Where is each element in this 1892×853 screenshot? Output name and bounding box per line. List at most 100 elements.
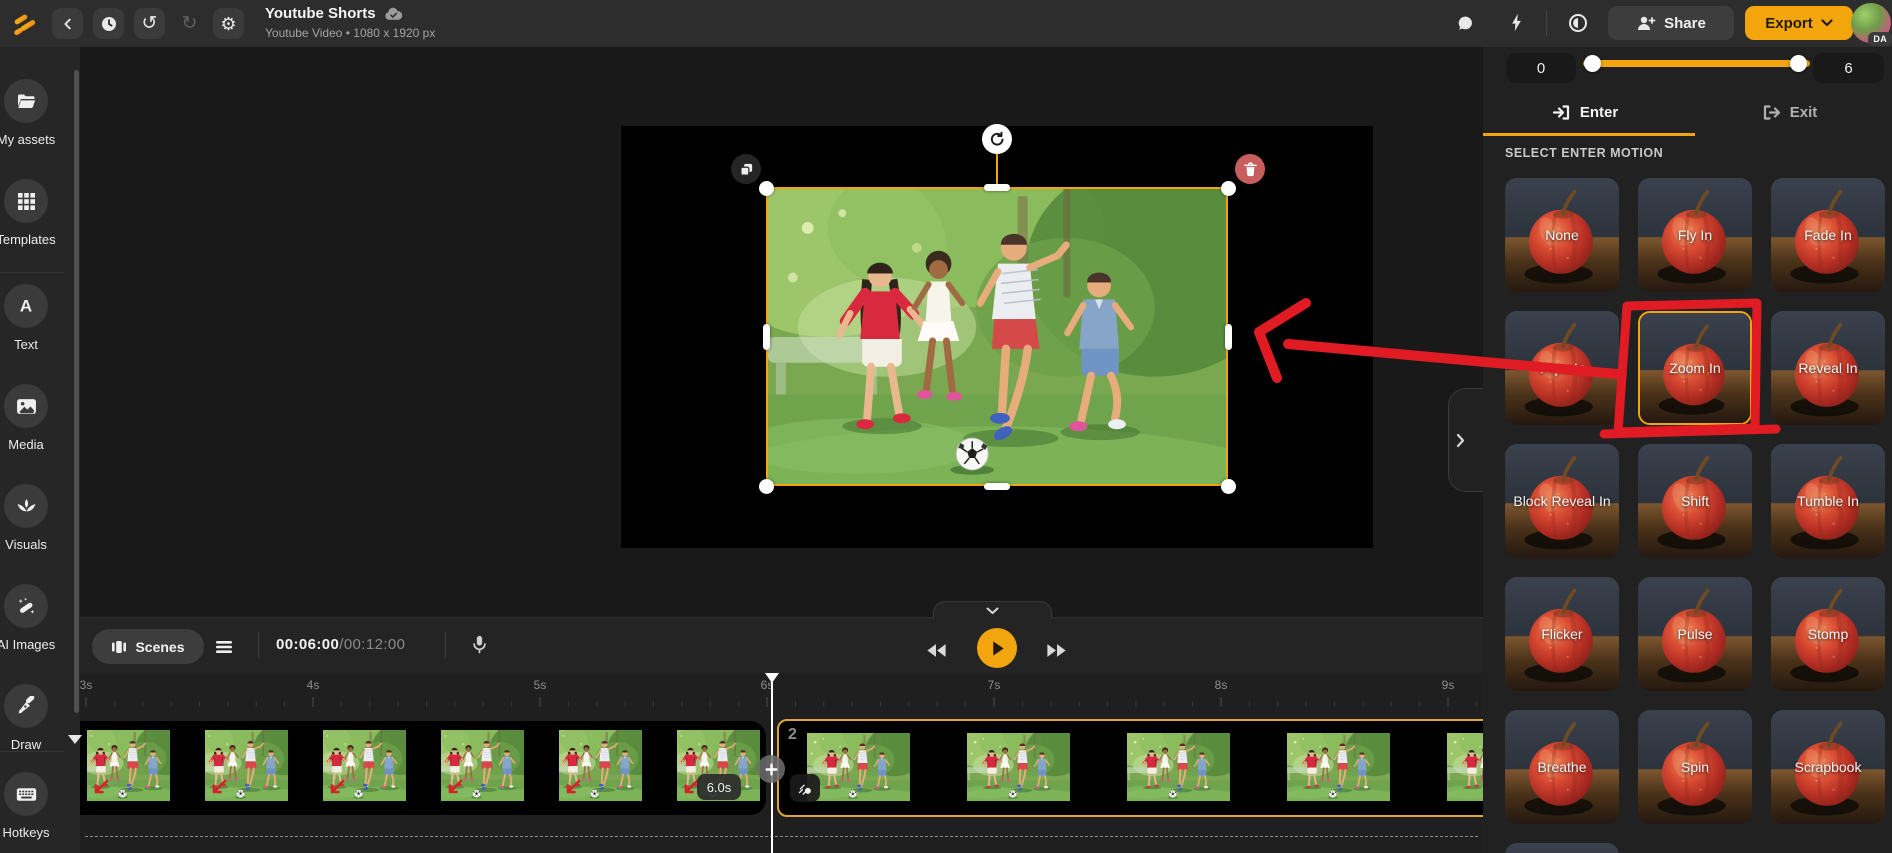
resize-handle-top-right[interactable] (1220, 180, 1236, 196)
tab-exit-label: Exit (1789, 103, 1818, 121)
motion-option-label: None (1545, 227, 1579, 243)
motion-option-flicker[interactable]: Flicker (1505, 577, 1619, 691)
motion-option-fly-in[interactable]: Fly In (1638, 178, 1752, 292)
motion-option-label: Scrapbook (1794, 759, 1862, 775)
timeline-ruler[interactable]: 3s 4s 5s 6s 7s 8s 9s (80, 678, 1483, 692)
avatar[interactable]: DA (1851, 3, 1892, 46)
motion-option-zoom-in[interactable]: Zoom In (1638, 311, 1752, 425)
motion-option-none[interactable]: None (1505, 178, 1619, 292)
clip-thumbnail (1287, 733, 1390, 801)
slider-handle-max[interactable] (1789, 55, 1807, 72)
resize-handle-bottom-right[interactable] (1220, 478, 1236, 494)
rotate-handle[interactable] (982, 124, 1012, 154)
sidebar-item-my-assets[interactable]: My assets (0, 79, 80, 147)
fast-forward-button[interactable] (1045, 643, 1068, 663)
current-time: 00:06:00 (276, 636, 340, 653)
clip-thumbnail (205, 730, 288, 801)
resize-handle-bottom-left[interactable] (758, 478, 774, 494)
motion-start-value: 0 (1506, 53, 1576, 83)
scene-2-clip[interactable]: 2 (777, 719, 1483, 817)
gear-icon: ⚙ (220, 13, 237, 34)
resize-handle-top-left[interactable] (758, 180, 774, 196)
motion-option-label: Fade In (1804, 227, 1852, 243)
motion-option-reveal-in[interactable]: Reveal In (1771, 311, 1885, 425)
ruler-label: 7s (987, 678, 1001, 692)
ruler-label: 3s (80, 678, 93, 692)
comet-icon (798, 781, 813, 796)
upgrade-bolt-icon[interactable] (1510, 12, 1523, 33)
sidebar-item-visuals[interactable]: Visuals (0, 484, 80, 552)
title-block: Youtube Shorts Youtube Video • 1080 x 19… (265, 5, 435, 40)
motion-option-partial[interactable] (1505, 843, 1619, 853)
clock-icon (101, 16, 117, 32)
motion-option-label: Stomp (1807, 626, 1849, 642)
scene-2-animation-badge[interactable] (790, 774, 820, 802)
sidebar-scrollbar[interactable] (74, 70, 79, 713)
play-button[interactable] (977, 628, 1017, 668)
motion-option-fade-in[interactable]: Fade In (1771, 178, 1885, 292)
resize-handle-left[interactable] (762, 324, 770, 350)
motion-option-label: Breathe (1537, 759, 1587, 775)
motion-option-spin[interactable]: Spin (1638, 710, 1752, 824)
kids-soccer-image (768, 189, 1226, 484)
duplicate-button[interactable] (731, 154, 761, 184)
comments-icon[interactable] (1456, 14, 1475, 33)
add-person-icon (1636, 15, 1656, 31)
add-scene-button[interactable] (757, 755, 785, 783)
share-button[interactable]: Share (1608, 6, 1734, 40)
delete-button[interactable] (1235, 154, 1265, 184)
motion-option-breathe[interactable]: Breathe (1505, 710, 1619, 824)
motion-option-pulse[interactable]: Pulse (1638, 577, 1752, 691)
rewind-icon (925, 643, 948, 658)
motion-option-tumble-in[interactable]: Tumble In (1771, 444, 1885, 558)
resize-handle-bottom[interactable] (984, 482, 1010, 490)
back-button[interactable] (52, 8, 83, 39)
chevron-left-icon (61, 17, 75, 31)
timeline-divider (445, 632, 446, 659)
motion-option-block-reveal-in[interactable]: Block Reveal In (1505, 444, 1619, 558)
sidebar-item-media[interactable]: Media (0, 384, 80, 452)
collapse-panel-button[interactable] (1448, 388, 1484, 492)
preview-icon[interactable] (1568, 13, 1588, 33)
motion-duration-slider[interactable] (1583, 55, 1810, 72)
motion-option-wipe-in[interactable]: Wipe In (1505, 311, 1619, 425)
export-button[interactable]: Export (1745, 6, 1853, 40)
pen-icon (4, 684, 48, 728)
timeline-menu-button[interactable] (212, 635, 236, 659)
video-editor-window: ↺ ↻ ⚙ Youtube Shorts Youtube Video • 108… (0, 0, 1892, 853)
ruler-label: 9s (1441, 678, 1455, 692)
motion-option-stomp[interactable]: Stomp (1771, 577, 1885, 691)
slider-handle-min[interactable] (1583, 55, 1601, 72)
motion-option-scrapbook[interactable]: Scrapbook (1771, 710, 1885, 824)
collapse-timeline-button[interactable] (933, 601, 1052, 619)
sidebar-item-templates[interactable]: Templates (0, 179, 80, 247)
app-logo-icon[interactable] (12, 9, 39, 38)
exit-icon (1762, 104, 1781, 121)
settings-button[interactable]: ⚙ (213, 8, 244, 39)
sidebar-item-text[interactable]: A Text (0, 284, 80, 352)
scene-1-clip[interactable] (80, 721, 766, 815)
redo-icon: ↻ (181, 13, 198, 34)
selected-video-layer[interactable] (766, 187, 1228, 486)
version-history-button[interactable] (93, 8, 124, 39)
scene-1-duration-badge: 6.0s (697, 774, 741, 800)
redo-button[interactable]: ↻ (174, 8, 205, 39)
tab-exit[interactable]: Exit (1687, 89, 1892, 135)
sidebar-scroll-down-icon[interactable] (68, 735, 82, 744)
rewind-button[interactable] (925, 643, 948, 663)
resize-handle-right[interactable] (1224, 324, 1232, 350)
thumbnail-red-arrow (448, 779, 463, 794)
undo-button[interactable]: ↺ (134, 8, 165, 39)
wand-icon (4, 584, 48, 628)
sidebar-item-ai-images[interactable]: AI Images (0, 584, 80, 652)
voiceover-button[interactable] (472, 634, 487, 660)
scene-2-number: 2 (788, 726, 797, 743)
tab-enter[interactable]: Enter (1483, 89, 1687, 135)
thumbnail-red-arrow (566, 779, 581, 794)
sidebar-item-hotkeys[interactable]: Hotkeys (0, 772, 80, 840)
plus-icon (764, 762, 778, 776)
scenes-button[interactable]: Scenes (92, 629, 204, 664)
motion-option-shift[interactable]: Shift (1638, 444, 1752, 558)
chevron-down-icon (986, 607, 999, 615)
resize-handle-top[interactable] (984, 183, 1010, 191)
